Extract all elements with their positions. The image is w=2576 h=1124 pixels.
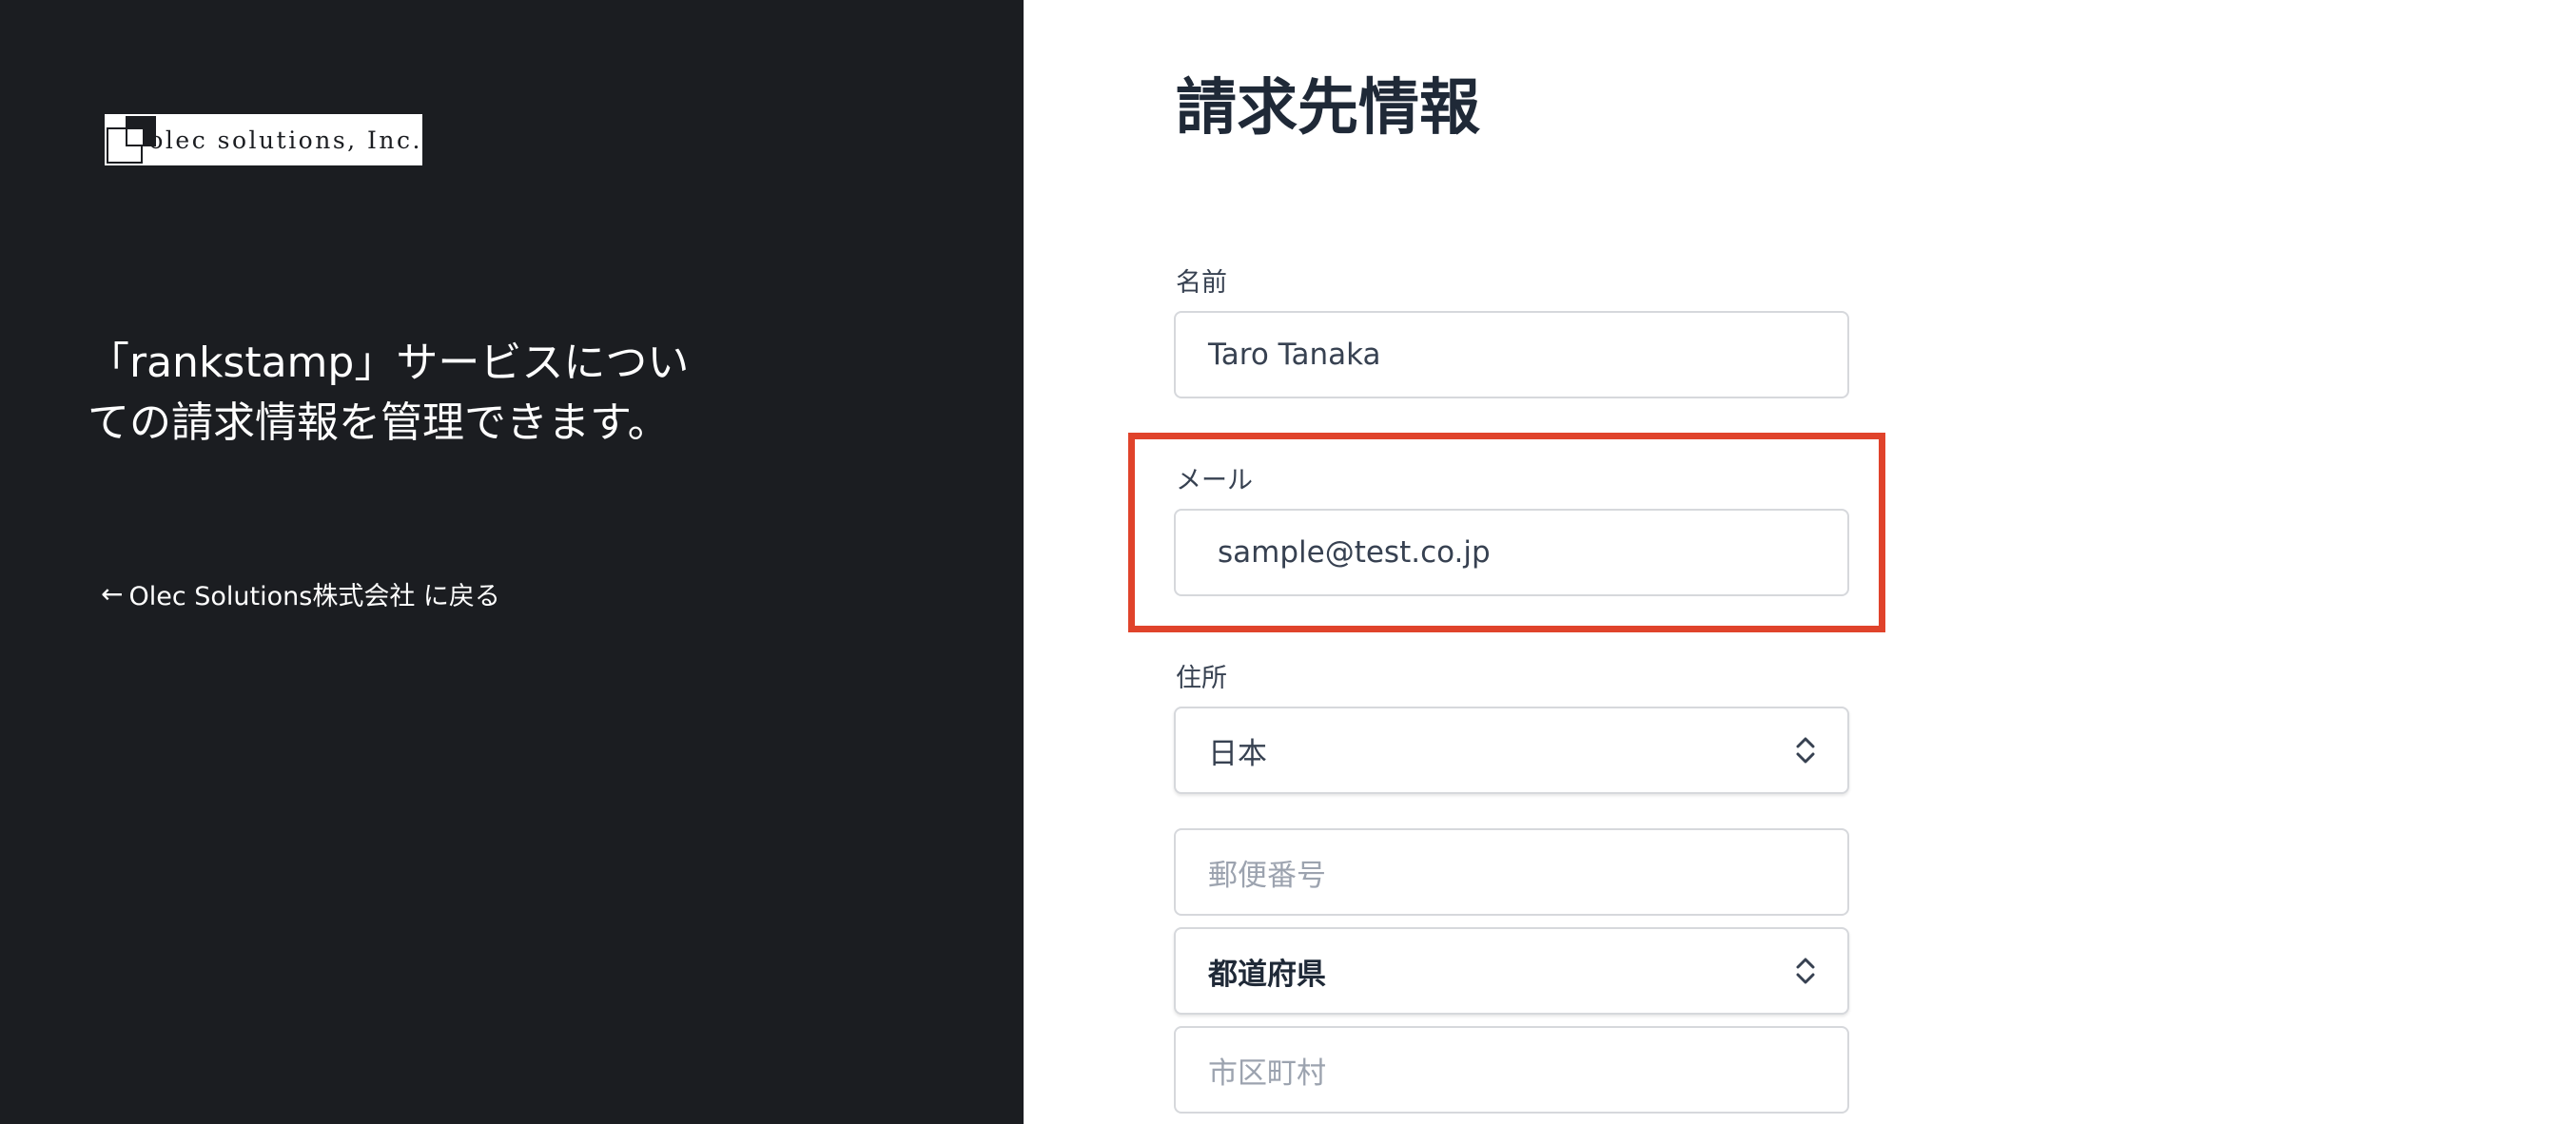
page-title: 請求先情報 [1176,73,1480,144]
chevron-up-down-icon [1796,737,1815,764]
name-input-value: Taro Tanaka [1208,338,1381,372]
arrow-left-icon: ← [101,578,124,610]
logo-text: olec solutions, Inc. [148,126,422,154]
sidebar: olec solutions, Inc. 「rankstamp」サービスについて… [0,0,1024,1124]
chevron-up-down-icon [1796,958,1815,984]
postal-code-input[interactable]: 郵便番号 [1174,828,1849,916]
back-link[interactable]: ← Olec Solutions株式会社 に戻る [101,575,500,612]
country-select[interactable]: 日本 [1174,707,1849,794]
sidebar-tagline: 「rankstamp」サービスについての請求情報を管理できます。 [88,339,690,447]
city-placeholder: 市区町村 [1208,1056,1326,1091]
city-input[interactable]: 市区町村 [1174,1026,1849,1114]
prefecture-select-value: 都道府県 [1208,957,1326,992]
prefecture-select[interactable]: 都道府県 [1174,927,1849,1015]
name-label: 名前 [1176,268,1227,298]
name-input[interactable]: Taro Tanaka [1174,311,1849,398]
email-highlight-box [1128,433,1885,632]
logo-mark-icon [105,114,156,165]
company-logo: olec solutions, Inc. [105,114,422,165]
address-label: 住所 [1176,664,1227,693]
back-link-label: Olec Solutions株式会社 に戻る [128,582,500,611]
billing-form: 請求先情報 名前 Taro Tanaka メール sample@test.co.… [1024,0,2576,1124]
country-select-value: 日本 [1208,736,1267,771]
postal-code-placeholder: 郵便番号 [1208,858,1326,893]
